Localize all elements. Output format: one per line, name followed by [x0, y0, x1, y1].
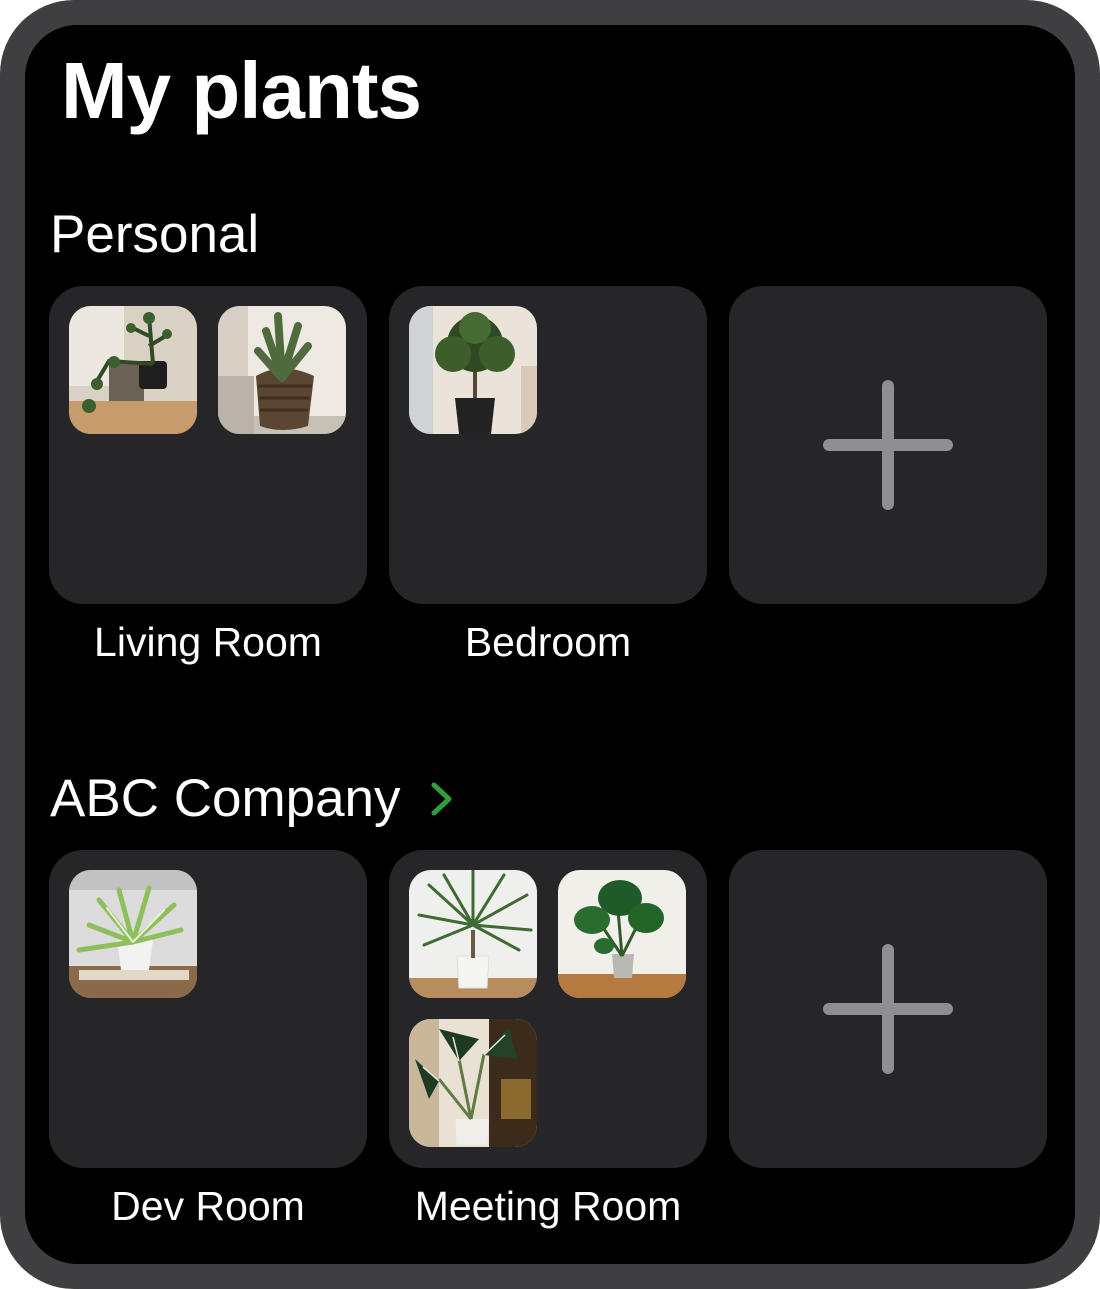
chevron-right-icon [431, 782, 452, 816]
room-tile-meeting-room[interactable] [389, 850, 707, 1168]
potted-tree-photo [409, 306, 537, 434]
section-title-personal: Personal [50, 203, 259, 267]
spider-plant-photo [69, 870, 197, 998]
page-title: My plants [61, 46, 422, 135]
section-title-abc-company[interactable]: ABC Company [50, 767, 455, 831]
add-room-button-abc-company[interactable] [729, 850, 1047, 1168]
app-screen: My plants Personal Living Room Bedroom A… [25, 25, 1075, 1264]
plus-icon [823, 380, 953, 510]
section-title-label: Personal [50, 205, 260, 264]
monstera-photo [558, 870, 686, 998]
room-tile-bedroom[interactable] [389, 286, 707, 604]
room-label-bedroom: Bedroom [464, 619, 632, 665]
room-label-living-room: Living Room [94, 619, 322, 665]
add-room-button-personal[interactable] [729, 286, 1047, 604]
room-tile-living-room[interactable] [49, 286, 367, 604]
zz-plant-photo [69, 306, 197, 434]
alocasia-photo [409, 1019, 537, 1147]
device-frame: My plants Personal Living Room Bedroom A… [0, 0, 1100, 1289]
plus-icon [823, 944, 953, 1074]
room-label-dev-room: Dev Room [111, 1183, 305, 1229]
room-label-meeting-room: Meeting Room [414, 1183, 682, 1229]
room-tile-dev-room[interactable] [49, 850, 367, 1168]
section-title-label: ABC Company [50, 769, 401, 828]
cactus-basket-photo [218, 306, 346, 434]
dracaena-photo [409, 870, 537, 998]
